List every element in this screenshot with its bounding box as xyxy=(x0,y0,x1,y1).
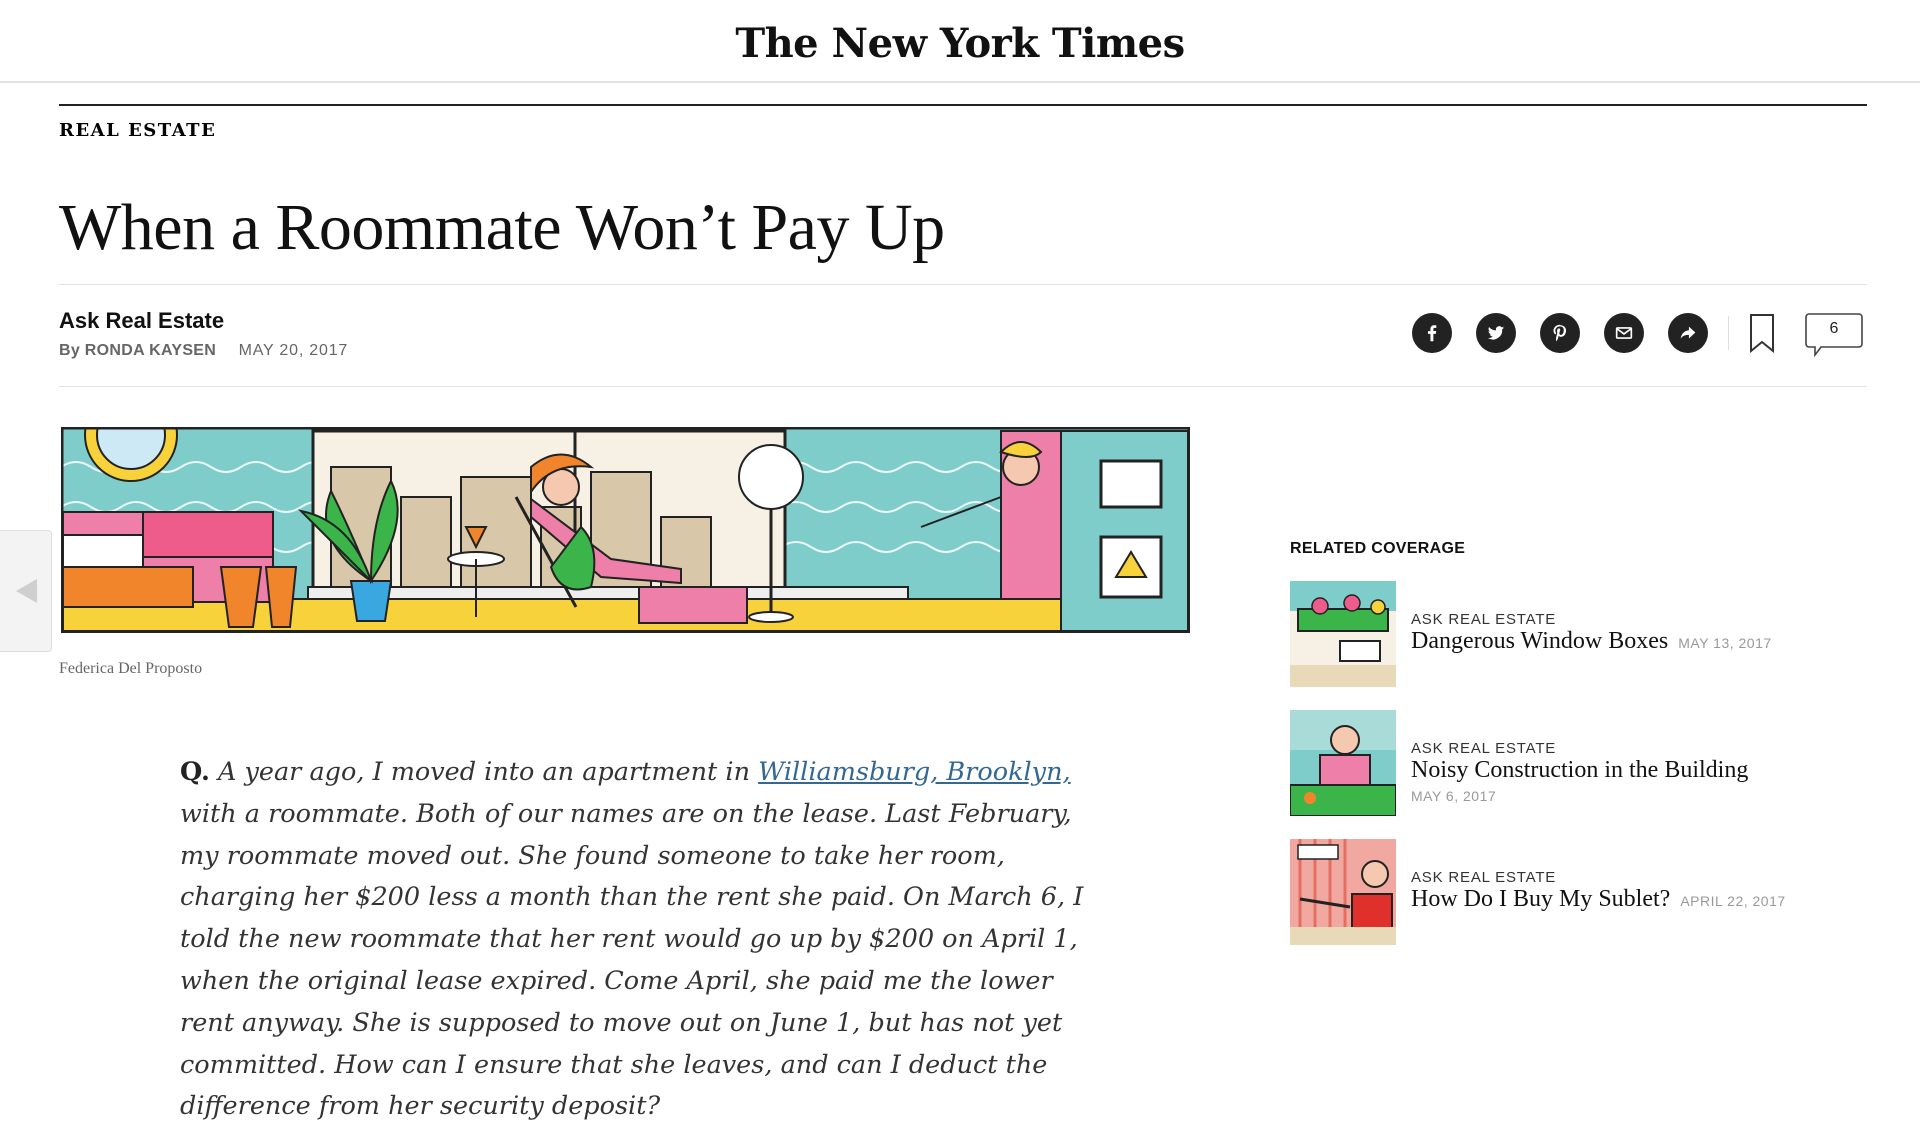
email-icon xyxy=(1615,327,1633,339)
publish-date: MAY 20, 2017 xyxy=(238,342,349,359)
related-item[interactable]: ASK REAL ESTATE How Do I Buy My Sublet? A… xyxy=(1290,839,1890,945)
williamsburg-link[interactable]: Williamsburg, Brooklyn, xyxy=(758,757,1071,787)
related-kicker[interactable]: ASK REAL ESTATE xyxy=(1411,740,1891,757)
comment-count: 6 xyxy=(1829,320,1839,337)
article-headline: When a Roommate Won’t Pay Up xyxy=(59,191,945,264)
share-tools: 6 xyxy=(1412,313,1863,358)
related-item[interactable]: ASK REAL ESTATE Dangerous Window Boxes MA… xyxy=(1290,581,1890,687)
byline-divider xyxy=(59,386,1867,387)
related-coverage: RELATED COVERAGE ASK REAL ESTATE Dangero… xyxy=(1290,540,1890,945)
related-text: ASK REAL ESTATE Noisy Construction in th… xyxy=(1411,740,1891,804)
question-label: Q. xyxy=(180,757,210,787)
related-thumbnail-noisy-construction[interactable] xyxy=(1290,710,1396,816)
more-share-button[interactable] xyxy=(1668,313,1708,353)
share-divider xyxy=(1728,316,1729,350)
twitter-share-button[interactable] xyxy=(1476,313,1516,353)
email-share-button[interactable] xyxy=(1604,313,1644,353)
image-credit: Federica Del Proposto xyxy=(59,660,203,677)
comments-button[interactable]: 6 xyxy=(1805,313,1863,358)
body-text-rest: with a roommate. Both of our names are o… xyxy=(180,798,1084,1122)
article-body: Q. A year ago, I moved into an apartment… xyxy=(180,752,1110,1128)
related-text: ASK REAL ESTATE How Do I Buy My Sublet? A… xyxy=(1411,869,1891,913)
masthead: The New York Times xyxy=(0,0,1920,83)
related-kicker[interactable]: ASK REAL ESTATE xyxy=(1411,611,1891,628)
facebook-share-button[interactable] xyxy=(1412,313,1452,353)
nyt-logo[interactable]: The New York Times xyxy=(0,20,1920,67)
column-name[interactable]: Ask Real Estate xyxy=(59,308,348,334)
related-date: MAY 6, 2017 xyxy=(1411,788,1497,804)
section-kicker[interactable]: REAL ESTATE xyxy=(59,120,216,141)
facebook-icon xyxy=(1427,325,1437,342)
related-headline[interactable]: Noisy Construction in the Building xyxy=(1411,757,1748,783)
related-headline[interactable]: Dangerous Window Boxes xyxy=(1411,628,1668,654)
body-text-intro: A year ago, I moved into an apartment in xyxy=(217,757,750,787)
related-headline[interactable]: How Do I Buy My Sublet? xyxy=(1411,886,1670,912)
chevron-left-icon xyxy=(15,579,37,603)
pinterest-share-button[interactable] xyxy=(1540,313,1580,353)
related-date: MAY 13, 2017 xyxy=(1678,635,1772,651)
byline-block: Ask Real Estate By RONDA KAYSEN MAY 20, … xyxy=(59,308,348,360)
hero-illustration[interactable] xyxy=(61,427,1190,633)
related-thumbnail-buy-sublet[interactable] xyxy=(1290,839,1396,945)
section-rule xyxy=(59,104,1867,106)
related-item[interactable]: ASK REAL ESTATE Noisy Construction in th… xyxy=(1290,710,1890,816)
related-text: ASK REAL ESTATE Dangerous Window Boxes MA… xyxy=(1411,611,1891,655)
bookmark-icon[interactable] xyxy=(1749,313,1775,353)
share-arrow-icon xyxy=(1680,326,1696,339)
related-coverage-title: RELATED COVERAGE xyxy=(1290,540,1466,557)
related-date: APRIL 22, 2017 xyxy=(1680,893,1786,909)
byline-line: By RONDA KAYSEN MAY 20, 2017 xyxy=(59,342,348,360)
pinterest-icon xyxy=(1553,324,1567,342)
twitter-icon xyxy=(1487,326,1505,340)
related-kicker[interactable]: ASK REAL ESTATE xyxy=(1411,869,1891,886)
previous-article-tab[interactable] xyxy=(0,530,52,652)
headline-divider xyxy=(59,284,1867,285)
author-byline[interactable]: By RONDA KAYSEN xyxy=(59,342,216,359)
related-thumbnail-window-boxes[interactable] xyxy=(1290,581,1396,687)
